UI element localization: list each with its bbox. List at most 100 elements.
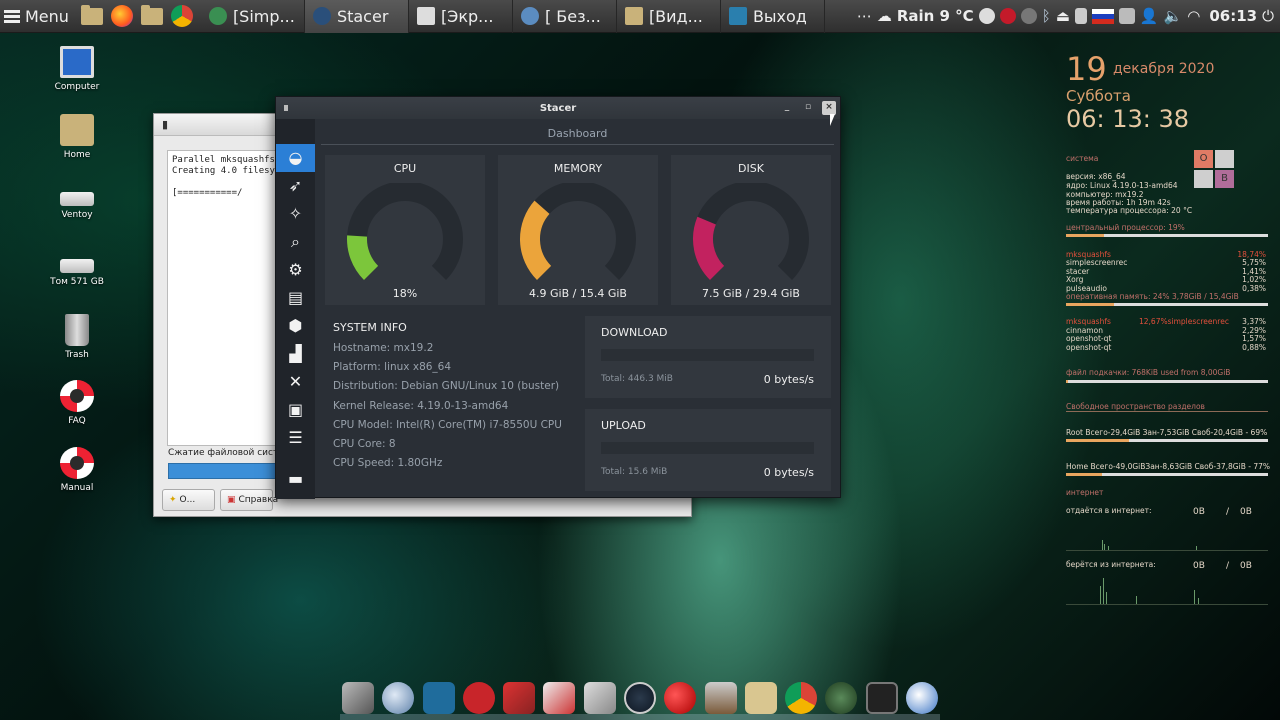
weather-label[interactable]: Rain 9 °C (897, 7, 974, 25)
conky-root-bar (1066, 439, 1268, 442)
power-icon[interactable]: ⏻ (1262, 7, 1274, 25)
tools-icon[interactable] (342, 682, 374, 714)
conky-proc-name: openshot-qt (1066, 334, 1112, 343)
desktop-icon-ventoy[interactable]: Ventoy (32, 180, 122, 220)
nav-processes[interactable]: ▤ (276, 284, 315, 312)
status-label: Сжатие файловой систем (168, 448, 291, 458)
desktop-icon-faq[interactable]: FAQ (32, 380, 122, 426)
timeshift-icon[interactable] (462, 682, 495, 714)
task-3[interactable]: [ Без... (513, 0, 617, 33)
screen-recorder-icon[interactable] (825, 682, 858, 714)
minimize-button[interactable]: _ (780, 101, 794, 115)
task-0[interactable]: [Simp... (201, 0, 305, 33)
disk-gauge-card: DISK 7.5 GiB / 29.4 GiB (671, 155, 831, 305)
upload-speed: 0 bytes/s (763, 466, 814, 479)
disk-gauge-fill (693, 216, 725, 281)
terminal-icon[interactable] (865, 682, 898, 714)
nav-gnome-settings[interactable]: ☰ (276, 424, 315, 452)
dock-app-icon[interactable] (503, 682, 536, 714)
task-4[interactable]: [Вид... (617, 0, 721, 33)
desktop-icon-manual[interactable]: Manual (32, 447, 122, 493)
system-info-row: CPU Speed: 1.80GHz (333, 457, 443, 470)
system-tray: ⋯ ☁ Rain 9 °C ᛒ ⏏ 👤 🔈 ◠ 06:13 ⏻ (857, 7, 1280, 25)
menu-icon (4, 9, 20, 23)
stacer-icon[interactable] (623, 682, 656, 714)
wifi-icon[interactable]: ◠ (1187, 7, 1200, 25)
nav-startup-apps[interactable]: ➶ (276, 172, 315, 200)
upload-card: UPLOAD Total: 15.6 MiB 0 bytes/s (585, 409, 831, 491)
package-installer-icon[interactable] (543, 682, 576, 714)
maximize-button[interactable]: ▫ (801, 101, 815, 115)
nav-search[interactable]: ⌕ (276, 228, 315, 256)
task-1-label: Stacer (336, 6, 389, 26)
download-total: Total: 446.3 MiB (601, 374, 673, 384)
conky-proc-mid: 12,67%simplescreenrec (1139, 317, 1229, 326)
more-icon[interactable]: ⋯ (857, 7, 872, 25)
nav-dashboard[interactable]: ◒ (276, 144, 315, 172)
launcher-home[interactable] (139, 3, 165, 29)
bluetooth-icon[interactable]: ᛒ (1042, 7, 1051, 25)
chrome-icon[interactable] (785, 682, 818, 714)
package-icon: ⬢ (288, 316, 303, 335)
cpu-gauge-card: CPU 18% (325, 155, 485, 305)
desktop-icon-home[interactable]: Home (32, 114, 122, 160)
ok-button[interactable]: ✦ О... (162, 489, 215, 511)
conky-tiles: O B (1194, 150, 1236, 190)
conky-cpu-header: центральный процессор: 19% (1066, 223, 1185, 232)
system-info-row: Platform: linux x86_64 (333, 361, 452, 374)
stacer-titlebar[interactable]: Stacer _ ▫ × (276, 97, 840, 119)
network-monitor-icon[interactable] (1020, 8, 1037, 24)
system-info-row: Hostname: mx19.2 (333, 342, 434, 354)
desktop-icon-computer[interactable]: Computer (32, 46, 122, 92)
desktop-icon-trash[interactable]: Trash (32, 314, 122, 360)
nav-helpers[interactable]: ✕ (276, 368, 315, 396)
help-icon: ▣ (227, 495, 236, 505)
nav-system-cleaner[interactable]: ✧ (276, 200, 315, 228)
conky-system-header: система (1066, 154, 1099, 163)
folder-icon[interactable] (744, 682, 777, 714)
trash-icon (65, 314, 89, 346)
conky-swap-bar-fill (1066, 380, 1069, 383)
taskbar: [Simp... Stacer [Экр... [ Без... [Вид...… (201, 0, 825, 33)
task-5[interactable]: Выход (721, 0, 825, 33)
desktop-icon-volume[interactable]: Том 571 GB (32, 247, 122, 287)
nav-services[interactable]: ⚙ (276, 256, 315, 284)
task-2[interactable]: [Экр... (409, 0, 513, 33)
nav-feedback[interactable]: ▬ (276, 465, 315, 493)
speedometer-icon[interactable] (978, 8, 995, 24)
system-info-row: Distribution: Debian GNU/Linux 10 (buste… (333, 380, 560, 393)
record-icon[interactable] (999, 8, 1016, 24)
openshot-icon[interactable] (905, 682, 938, 714)
conky-weekday: Суббота (1066, 87, 1131, 105)
eject-icon[interactable]: ⏏ (1056, 7, 1070, 25)
mouse-cursor (830, 114, 835, 126)
network-globe-icon[interactable] (382, 682, 415, 714)
menu-button[interactable]: Menu (0, 0, 77, 33)
screenshot-icon[interactable] (422, 682, 455, 714)
help-button[interactable]: ▣ Справка (220, 489, 278, 511)
desktop-icon-label: Computer (54, 82, 100, 92)
ok-button-label: О... (179, 495, 196, 505)
stacer-window[interactable]: Stacer _ ▫ × ◒ ➶ ✧ ⌕ ⚙ ▤ ⬢ ▟ ✕ ▣ ☰ ▬ Das… (275, 96, 841, 499)
user-icon[interactable]: 👤 (1140, 7, 1159, 25)
close-button[interactable]: × (822, 101, 836, 115)
hardware-icon[interactable] (704, 682, 737, 714)
cherry-icon[interactable] (664, 682, 697, 714)
nav-resources[interactable]: ▟ (276, 340, 315, 368)
nav-uninstaller[interactable]: ⬢ (276, 312, 315, 340)
conky-ram-header: оперативная память: 24% 3,78GiB / 15,4Gi… (1066, 292, 1239, 301)
panel-clock[interactable]: 06:13 (1209, 7, 1257, 25)
display-icon[interactable] (1118, 8, 1135, 24)
search-tool-icon[interactable] (583, 682, 616, 714)
gauge-value: 18% (392, 287, 418, 300)
volume-icon[interactable]: 🔈 (1164, 7, 1183, 25)
task-1[interactable]: Stacer (304, 0, 409, 33)
nav-apt-repos[interactable]: ▣ (276, 396, 315, 424)
launcher-files[interactable] (79, 3, 105, 29)
clipboard-icon[interactable] (1074, 8, 1087, 24)
launcher-firefox[interactable] (109, 3, 135, 29)
keyboard-layout-flag-icon[interactable] (1091, 8, 1114, 24)
launcher-chrome[interactable] (169, 3, 195, 29)
desktop-icon-label: Том 571 GB (50, 277, 104, 287)
drive-icon (60, 192, 94, 206)
